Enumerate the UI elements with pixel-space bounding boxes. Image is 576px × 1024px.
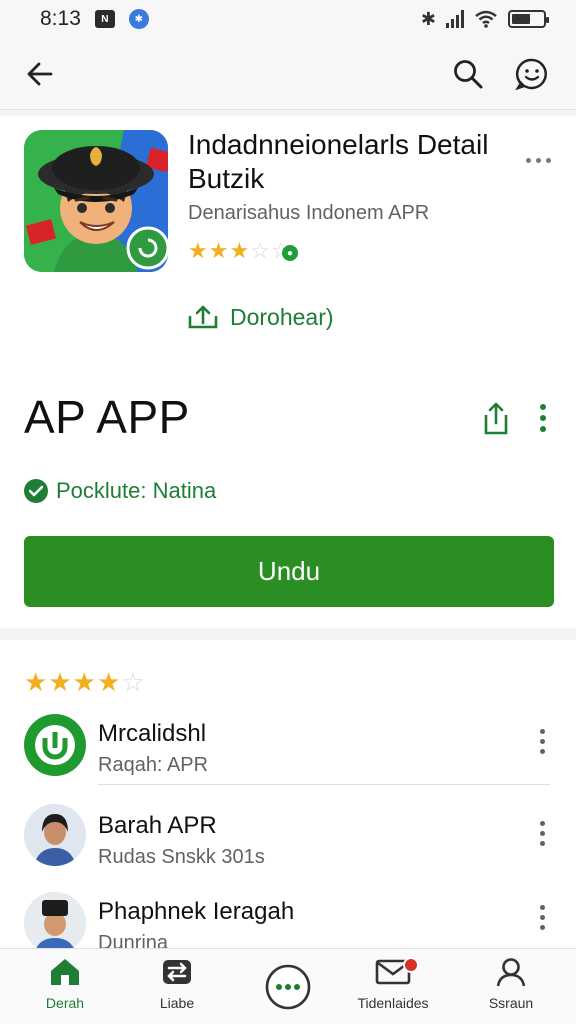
more-horizontal-icon [525,157,551,163]
battery-icon [508,10,549,28]
avatar [24,804,86,866]
list-item-more-button[interactable] [528,902,556,932]
nav-profile-label: Ssraun [488,995,534,1011]
download-icon [188,305,218,329]
check-circle-icon [24,479,48,503]
list-item-more-button[interactable] [528,818,556,848]
title-more-button[interactable] [520,148,556,172]
more-vertical-icon [539,820,545,846]
list-item-more-button[interactable] [528,726,556,756]
nav-home-label: Derah [45,995,85,1011]
install-button[interactable]: Undu [24,536,554,607]
notification-dot-icon: ✱ [128,9,149,29]
list-rating-stars: ★ ★ ★ ★ ☆ [24,669,145,695]
bottom-navigation: Derah Liabe Tidenlaides Ssraun [0,948,576,1024]
share-button[interactable] [478,396,514,440]
swap-icon [163,960,191,984]
verified-label: Pocklute: Natina [56,478,217,503]
star-icon: ★ [72,667,96,697]
install-label: Undu [257,556,321,586]
share-icon [484,402,508,435]
app-title: Indadnneionelarls Detail Butzik [188,129,489,194]
avatar [24,714,86,776]
list-item-subtitle: Dunrina [98,932,169,948]
download-label: Dorohear) [230,303,334,330]
nav-chat[interactable] [233,949,343,1024]
star-icon: ★ [208,238,229,263]
search-button[interactable] [446,52,490,96]
list-item-title: Barah APR [98,812,217,839]
list-item[interactable]: Mrcalidshl Raqah: APR [0,700,576,796]
star-empty-icon: ☆ [121,667,145,697]
nav-mail[interactable]: Tidenlaides [338,949,448,1024]
nav-home[interactable]: Derah [10,949,120,1024]
chat-bubble-icon [265,964,311,1010]
more-vertical-icon [539,728,545,754]
app-badge-icon: N [94,10,115,28]
status-time: 8:13 [40,7,81,30]
app-more-button[interactable] [528,400,558,436]
back-button[interactable] [18,52,62,96]
notification-badge [403,957,419,973]
star-icon: ★ [96,667,121,697]
arrow-left-icon [27,62,53,86]
list-item-title: Mrcalidshl [98,720,207,747]
star-icon: ★ [229,238,250,263]
more-vertical-icon [540,404,546,432]
star-icon: ★ [188,238,208,263]
app-icon[interactable] [24,130,168,272]
nav-mail-label: Tidenlaides [357,995,429,1011]
app-name-heading: AP APP [24,391,190,443]
nav-profile[interactable]: Ssraun [456,949,566,1024]
profile-icon [496,958,526,987]
feedback-button[interactable] [510,52,554,96]
divider [98,784,550,785]
app-developer: Denarisahus Indonem APR [188,202,430,224]
list-item[interactable]: Phaphnek Ieragah Dunrina [0,888,576,948]
list-item-subtitle: Rudas Snskk 301s [98,846,265,868]
bluetooth-icon: ✱ [420,8,436,29]
person-photo-icon [24,804,86,866]
smiley-icon [515,58,547,91]
home-icon [51,959,79,985]
star-empty-icon: ☆ [250,238,270,263]
brand-logo-icon [35,725,75,765]
nav-swap-label: Liabe [159,995,195,1011]
app-rating-stars: ★ ★ ★ ☆ ☆ [188,240,291,262]
nav-swap[interactable]: Liabe [122,949,232,1024]
top-app-bar [0,38,576,110]
wifi-icon [475,10,497,28]
search-icon [454,60,483,89]
avatar [24,892,86,948]
list-item-title: Phaphnek Ieragah [98,898,295,925]
star-icon: ★ [48,667,72,697]
download-link[interactable]: Dorohear) [186,303,334,331]
officer-avatar-icon [24,130,168,272]
star-icon: ★ [24,667,48,697]
list-item[interactable]: Barah APR Rudas Snskk 301s [0,796,576,892]
cell-signal-icon [446,10,464,28]
person-photo-icon [24,892,86,948]
verified-status: Pocklute: Natina [24,478,216,504]
info-badge-icon: ● [282,245,298,261]
list-item-subtitle: Raqah: APR [98,754,209,776]
more-vertical-icon [539,904,545,930]
status-bar: 8:13 N ✱ ✱ [0,0,576,38]
